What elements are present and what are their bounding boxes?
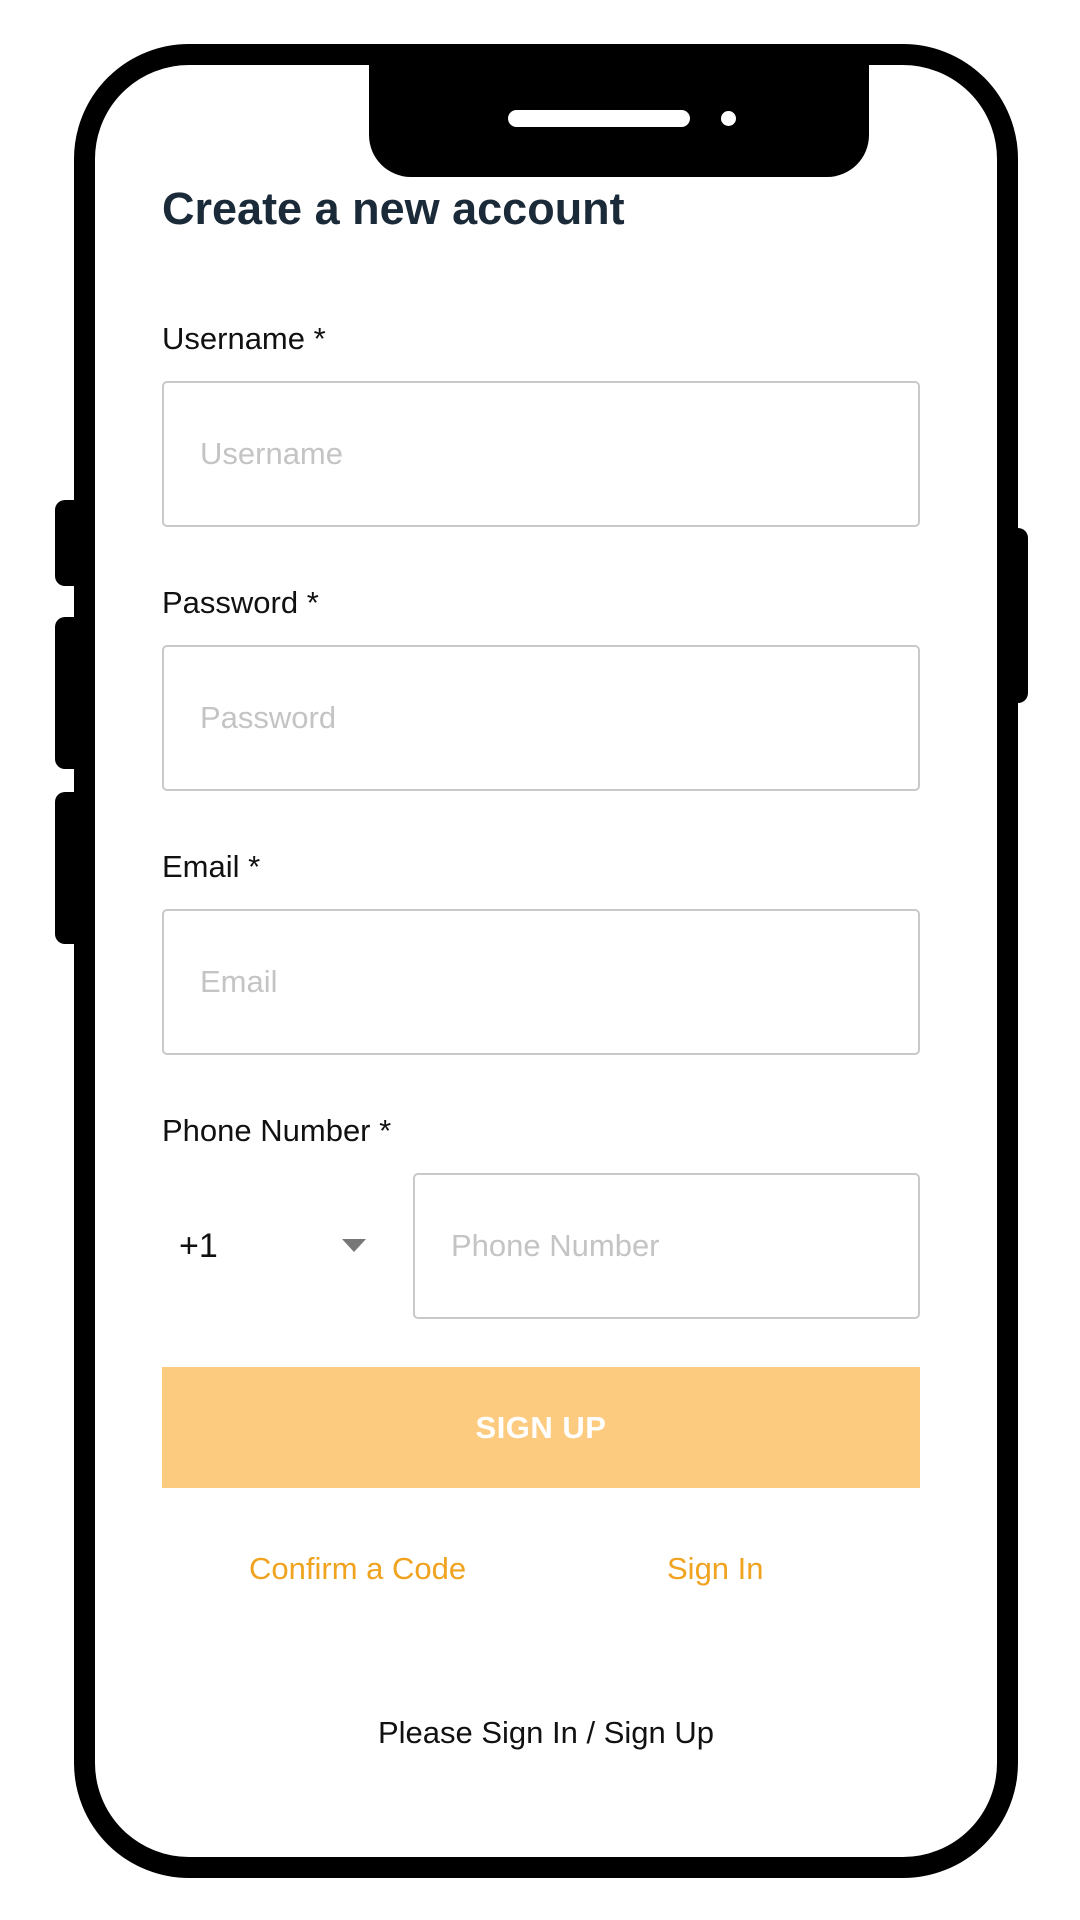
auth-status-text: Please Sign In / Sign Up	[377, 1715, 715, 1750]
signup-form: Create a new account Username * Password…	[95, 65, 997, 1857]
phone-number-input[interactable]	[413, 1173, 920, 1319]
username-input[interactable]	[162, 381, 920, 527]
screen: Create a new account Username * Password…	[0, 0, 1080, 1920]
caret-down-icon	[342, 1239, 366, 1252]
phone-number-label: Phone Number *	[162, 1113, 392, 1148]
country-code-value: +1	[179, 1226, 218, 1265]
email-label: Email *	[162, 849, 261, 884]
country-code-select[interactable]: +1	[162, 1173, 400, 1319]
page-title: Create a new account	[162, 183, 625, 234]
password-input[interactable]	[162, 645, 920, 791]
email-input[interactable]	[162, 909, 920, 1055]
username-label: Username *	[162, 321, 326, 356]
password-label: Password *	[162, 585, 319, 620]
confirm-code-link[interactable]: Confirm a Code	[249, 1551, 466, 1587]
sign-up-button[interactable]: SIGN UP	[162, 1367, 920, 1488]
phone-frame: Create a new account Username * Password…	[74, 44, 1018, 1878]
sign-in-link[interactable]: Sign In	[667, 1551, 764, 1587]
